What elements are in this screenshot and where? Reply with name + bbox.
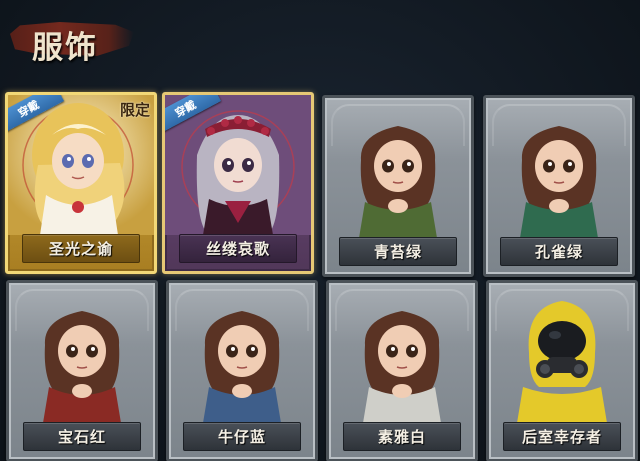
name-plate: 素雅白 — [343, 422, 461, 451]
name-plate: 牛仔蓝 — [183, 422, 301, 451]
name-plate: 青苔绿 — [339, 237, 457, 266]
outfit-card-shengguang[interactable]: 穿戴 限定 圣光之谕 — [5, 92, 157, 274]
portrait-hazmat-suit — [517, 301, 607, 423]
outfit-name: 宝石红 — [57, 428, 106, 446]
outfit-grid: 穿戴 限定 圣光之谕 穿戴 丝缕哀歌 青苔绿 孔雀绿 宝石红 牛仔蓝 素雅白 后… — [0, 0, 640, 461]
outfit-card-baoshi[interactable]: 宝石红 — [6, 280, 158, 461]
outfit-name: 素雅白 — [377, 428, 426, 446]
portrait-white-coat — [363, 311, 441, 423]
outfit-card-qingtai[interactable]: 青苔绿 — [322, 95, 474, 277]
outfit-card-houshi[interactable]: 后室幸存者 — [486, 280, 638, 461]
outfit-name: 青苔绿 — [373, 243, 422, 261]
name-plate: 圣光之谕 — [22, 234, 140, 263]
outfit-card-niuzai[interactable]: 牛仔蓝 — [166, 280, 318, 461]
outfit-card-silv[interactable]: 穿戴 丝缕哀歌 — [162, 92, 314, 274]
portrait-red-coat — [43, 311, 121, 423]
name-plate: 后室幸存者 — [503, 422, 621, 451]
name-plate: 丝缕哀歌 — [179, 234, 297, 263]
outfit-name: 圣光之谕 — [48, 240, 113, 258]
name-plate: 宝石红 — [23, 422, 141, 451]
outfit-name: 后室幸存者 — [521, 428, 602, 446]
outfit-screen: 服饰 穿戴 限定 圣光之谕 穿戴 丝缕哀歌 青苔绿 孔雀绿 宝石红 牛仔蓝 素雅… — [0, 0, 640, 461]
portrait-green-coat — [359, 126, 437, 238]
outfit-name: 丝缕哀歌 — [205, 240, 270, 258]
name-plate: 孔雀绿 — [500, 237, 618, 266]
portrait-blue-coat — [203, 311, 281, 423]
outfit-card-suya[interactable]: 素雅白 — [326, 280, 478, 461]
outfit-card-kongque[interactable]: 孔雀绿 — [483, 95, 635, 277]
portrait-teal-coat — [520, 126, 598, 238]
limited-badge: 限定 — [119, 101, 150, 119]
outfit-name: 牛仔蓝 — [217, 428, 266, 446]
outfit-name: 孔雀绿 — [534, 243, 583, 261]
